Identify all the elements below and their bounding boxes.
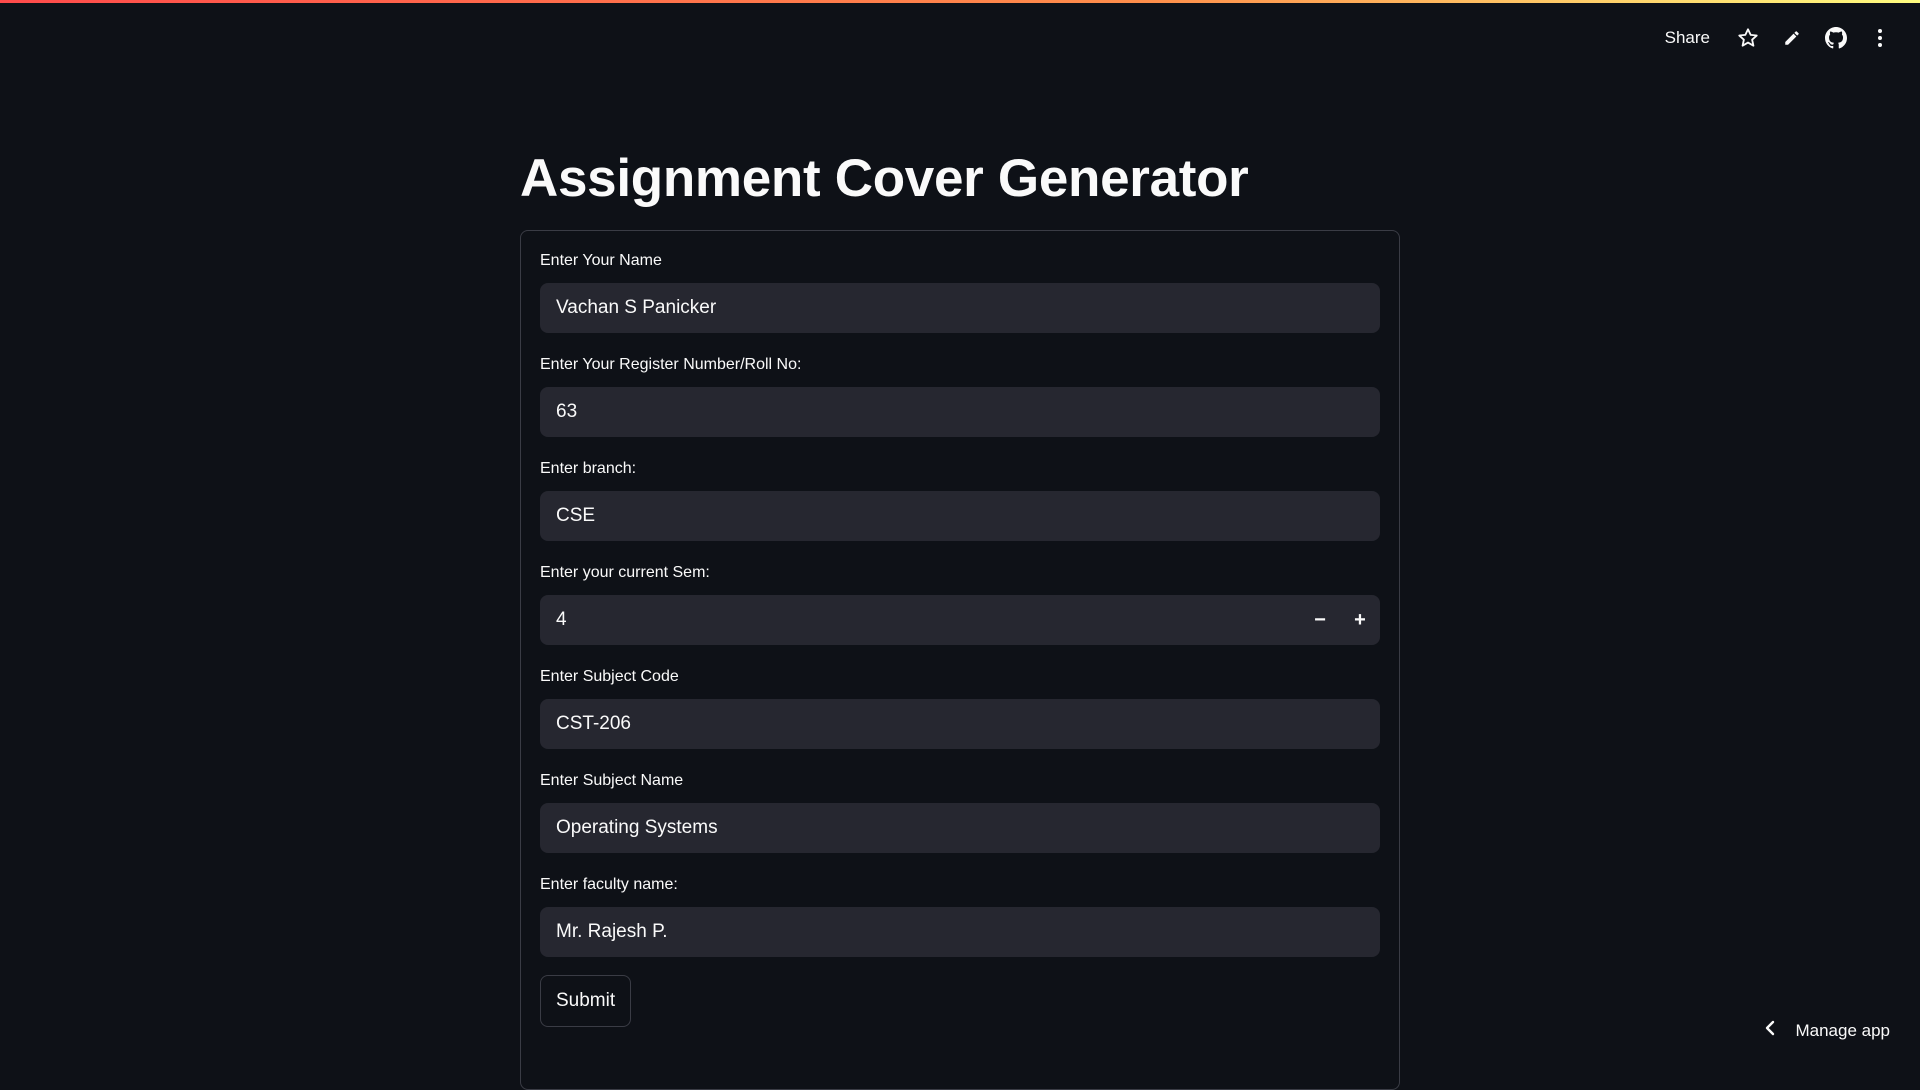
main-content: Assignment Cover Generator Enter Your Na… xyxy=(520,140,1400,1090)
branch-field: Enter branch: CSE xyxy=(540,459,1380,541)
github-icon[interactable] xyxy=(1824,26,1848,50)
increment-button[interactable]: + xyxy=(1340,595,1380,645)
subject-code-label: Enter Subject Code xyxy=(540,667,1380,687)
register-number-input-value: 63 xyxy=(556,401,1364,423)
branch-input-value: CSE xyxy=(556,505,1364,527)
subject-name-input[interactable]: Operating Systems xyxy=(540,803,1380,853)
manage-app-label: Manage app xyxy=(1795,1021,1890,1041)
subject-name-label: Enter Subject Name xyxy=(540,771,1380,791)
manage-app-button[interactable]: Manage app xyxy=(1765,1020,1890,1041)
name-field: Enter Your Name Vachan S Panicker xyxy=(540,251,1380,333)
form-container: Enter Your Name Vachan S Panicker Enter … xyxy=(520,230,1400,1090)
kebab-menu-icon[interactable] xyxy=(1868,26,1892,50)
subject-name-input-value: Operating Systems xyxy=(556,817,1364,839)
share-button[interactable]: Share xyxy=(1665,28,1710,48)
pencil-icon[interactable] xyxy=(1780,26,1804,50)
chevron-left-icon xyxy=(1765,1020,1775,1041)
star-icon[interactable] xyxy=(1736,26,1760,50)
name-label: Enter Your Name xyxy=(540,251,1380,271)
semester-number-input[interactable]: 4 − + xyxy=(540,595,1380,645)
register-number-input[interactable]: 63 xyxy=(540,387,1380,437)
semester-field: Enter your current Sem: 4 − + xyxy=(540,563,1380,645)
faculty-name-input-value: Mr. Rajesh P. xyxy=(556,921,1364,943)
faculty-name-field: Enter faculty name: Mr. Rajesh P. xyxy=(540,875,1380,957)
decrement-button[interactable]: − xyxy=(1300,595,1340,645)
register-number-label: Enter Your Register Number/Roll No: xyxy=(540,355,1380,375)
semester-input-value: 4 xyxy=(556,609,1300,631)
faculty-name-input[interactable]: Mr. Rajesh P. xyxy=(540,907,1380,957)
branch-input[interactable]: CSE xyxy=(540,491,1380,541)
header-toolbar: Share xyxy=(1665,20,1892,56)
branch-label: Enter branch: xyxy=(540,459,1380,479)
subject-code-input[interactable]: CST-206 xyxy=(540,699,1380,749)
name-input-value: Vachan S Panicker xyxy=(556,297,1364,319)
submit-button[interactable]: Submit xyxy=(540,975,631,1027)
register-number-field: Enter Your Register Number/Roll No: 63 xyxy=(540,355,1380,437)
semester-label: Enter your current Sem: xyxy=(540,563,1380,583)
subject-name-field: Enter Subject Name Operating Systems xyxy=(540,771,1380,853)
name-input[interactable]: Vachan S Panicker xyxy=(540,283,1380,333)
faculty-name-label: Enter faculty name: xyxy=(540,875,1380,895)
top-decoration-stripe xyxy=(0,0,1920,3)
page-title: Assignment Cover Generator xyxy=(520,140,1400,218)
subject-code-input-value: CST-206 xyxy=(556,713,1364,735)
subject-code-field: Enter Subject Code CST-206 xyxy=(540,667,1380,749)
